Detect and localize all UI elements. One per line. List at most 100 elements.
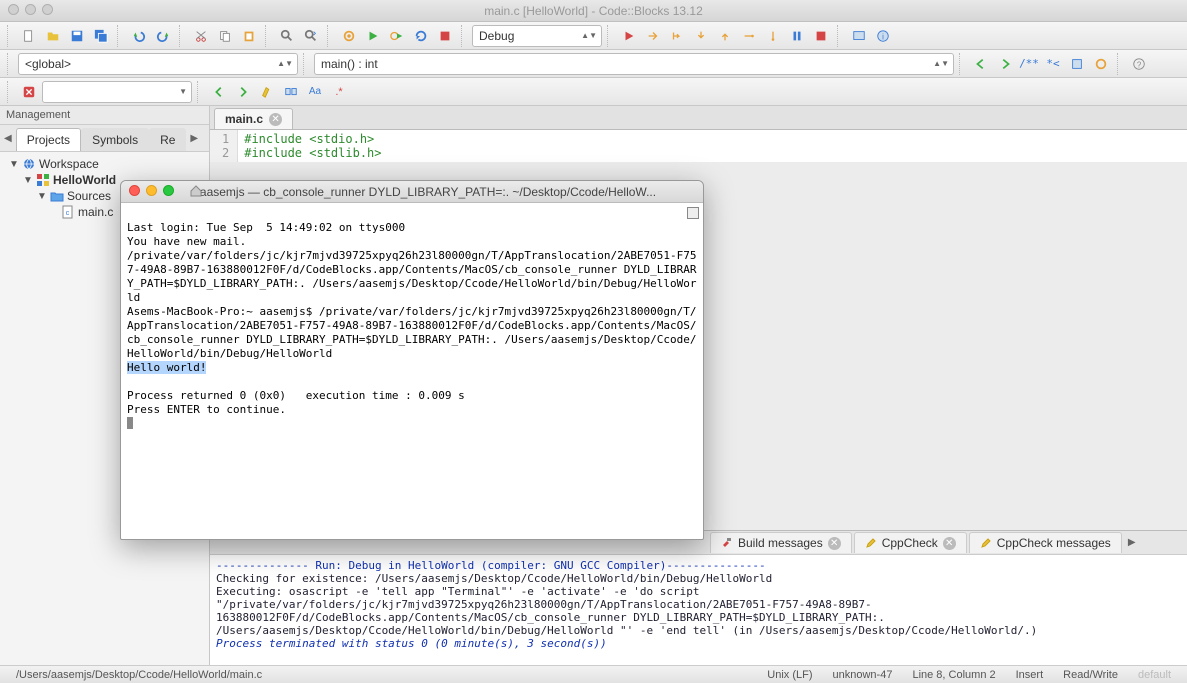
editor-tab-main-c[interactable]: main.c ✕ <box>214 108 293 129</box>
uncomment-button[interactable]: *< <box>1042 53 1064 75</box>
code-editor[interactable]: 1 2 #include <stdio.h> #include <stdlib.… <box>210 130 1187 162</box>
debug-run-button[interactable] <box>618 25 640 47</box>
terminal-window[interactable]: aasemjs — cb_console_runner DYLD_LIBRARY… <box>120 180 704 540</box>
terminal-titlebar[interactable]: aasemjs — cb_console_runner DYLD_LIBRARY… <box>121 181 703 203</box>
help-button[interactable]: ? <box>1128 53 1150 75</box>
break-button[interactable] <box>786 25 808 47</box>
close-tab-icon[interactable]: ✕ <box>828 537 841 550</box>
regex-button[interactable]: .* <box>328 81 350 103</box>
search-input[interactable]: ▼ <box>42 81 192 103</box>
tree-workspace[interactable]: ▼ Workspace <box>0 156 209 172</box>
search-prev-button[interactable] <box>208 81 230 103</box>
next-line-button[interactable] <box>666 25 688 47</box>
window-titlebar: main.c [HelloWorld] - Code::Blocks 13.12 <box>0 0 1187 22</box>
scope-label: <global> <box>25 57 71 71</box>
scroll-indicator-icon[interactable] <box>687 207 699 219</box>
bookmark-button[interactable] <box>1066 53 1088 75</box>
run-button[interactable] <box>362 25 384 47</box>
sidebar-tab-resources[interactable]: Re <box>149 128 186 151</box>
save-all-button[interactable] <box>90 25 112 47</box>
debug-windows-button[interactable] <box>848 25 870 47</box>
settings-button[interactable] <box>1090 53 1112 75</box>
step-into-instr-button[interactable] <box>762 25 784 47</box>
status-encoding: unknown-47 <box>823 669 903 681</box>
disclosure-icon[interactable]: ▼ <box>37 191 47 202</box>
jump-back-button[interactable] <box>970 53 992 75</box>
status-profile: default <box>1128 669 1181 681</box>
editor-tabstrip: main.c ✕ <box>210 106 1187 130</box>
close-tab-icon[interactable]: ✕ <box>269 113 282 126</box>
run-to-cursor-button[interactable] <box>642 25 664 47</box>
close-window-icon[interactable] <box>129 185 140 196</box>
abort-button[interactable] <box>434 25 456 47</box>
log-output[interactable]: -------------- Run: Debug in HelloWorld … <box>210 555 1187 665</box>
log-tab-next-icon[interactable]: ▶ <box>1124 537 1140 548</box>
highlight-button[interactable] <box>256 81 278 103</box>
search-next-button[interactable] <box>232 81 254 103</box>
jump-fwd-button[interactable] <box>994 53 1016 75</box>
scope-combo[interactable]: <global> ▲▼ <box>18 53 298 75</box>
match-case-button[interactable] <box>280 81 302 103</box>
log-tab-cppcheck[interactable]: CppCheck ✕ <box>854 532 967 553</box>
log-panel: Build messages ✕ CppCheck ✕ CppCheck mes… <box>210 530 1187 665</box>
terminal-line-highlighted: Hello world! <box>127 361 206 374</box>
log-tab-cppcheck-messages[interactable]: CppCheck messages <box>969 532 1122 553</box>
minimize-window-icon[interactable] <box>146 185 157 196</box>
c-file-icon: c <box>61 205 75 219</box>
sidebar-tab-symbols[interactable]: Symbols <box>81 128 149 151</box>
disclosure-icon[interactable]: ▼ <box>23 175 33 186</box>
log-tab-build-messages[interactable]: Build messages ✕ <box>710 532 852 553</box>
sidebar-tab-prev-icon[interactable]: ◀ <box>0 133 16 144</box>
tree-label: Workspace <box>39 157 99 171</box>
build-run-button[interactable] <box>386 25 408 47</box>
code-lines: #include <stdio.h> #include <stdlib.h> <box>238 130 387 162</box>
line-number: 1 <box>222 132 229 146</box>
paste-button[interactable] <box>238 25 260 47</box>
zoom-window-icon[interactable] <box>42 4 53 15</box>
pencil-icon <box>980 537 992 549</box>
next-instr-button[interactable] <box>738 25 760 47</box>
code-line: #include <stdio.h> <box>244 132 381 146</box>
status-path: /Users/aasemjs/Desktop/Ccode/HelloWorld/… <box>6 669 272 681</box>
zoom-window-icon[interactable] <box>163 185 174 196</box>
sidebar-tab-projects[interactable]: Projects <box>16 128 81 151</box>
open-file-button[interactable] <box>42 25 64 47</box>
comment-button[interactable]: /** <box>1018 53 1040 75</box>
sidebar-tabs: ◀ Projects Symbols Re ▶ <box>0 125 209 152</box>
window-title: main.c [HelloWorld] - Code::Blocks 13.12 <box>484 4 703 18</box>
workspace-icon <box>22 157 36 171</box>
build-button[interactable] <box>338 25 360 47</box>
function-label: main() : int <box>321 57 378 71</box>
build-target-combo[interactable]: Debug ▲▼ <box>472 25 602 47</box>
new-file-button[interactable] <box>18 25 40 47</box>
step-out-button[interactable] <box>714 25 736 47</box>
close-window-icon[interactable] <box>8 4 19 15</box>
disclosure-icon[interactable]: ▼ <box>9 159 19 170</box>
copy-button[interactable] <box>214 25 236 47</box>
find-replace-button[interactable] <box>300 25 322 47</box>
whole-word-button[interactable]: Aa <box>304 81 326 103</box>
undo-button[interactable] <box>128 25 150 47</box>
rebuild-button[interactable] <box>410 25 432 47</box>
function-combo[interactable]: main() : int ▲▼ <box>314 53 954 75</box>
info-button[interactable]: i <box>872 25 894 47</box>
pencil-icon <box>865 537 877 549</box>
minimize-window-icon[interactable] <box>25 4 36 15</box>
clear-search-button[interactable] <box>18 81 40 103</box>
cut-button[interactable] <box>190 25 212 47</box>
folder-open-icon <box>50 189 64 203</box>
tree-label: Sources <box>67 189 111 203</box>
svg-text:c: c <box>66 210 70 217</box>
redo-button[interactable] <box>152 25 174 47</box>
step-into-button[interactable] <box>690 25 712 47</box>
terminal-output[interactable]: Last login: Tue Sep 5 14:49:02 on ttys00… <box>121 203 703 539</box>
sidebar-tab-next-icon[interactable]: ▶ <box>186 133 202 144</box>
scope-toolbar: <global> ▲▼ main() : int ▲▼ /** *< ? <box>0 50 1187 78</box>
save-button[interactable] <box>66 25 88 47</box>
close-tab-icon[interactable]: ✕ <box>943 537 956 550</box>
line-gutter: 1 2 <box>210 130 238 162</box>
terminal-line: You have new mail. <box>127 235 246 248</box>
find-button[interactable] <box>276 25 298 47</box>
stop-debug-button[interactable] <box>810 25 832 47</box>
home-icon <box>189 184 203 201</box>
